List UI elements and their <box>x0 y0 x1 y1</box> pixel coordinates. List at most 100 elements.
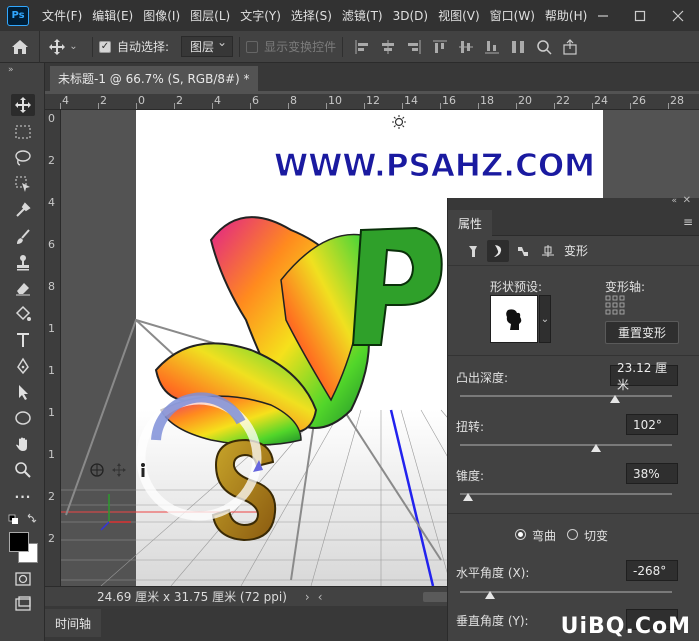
hand-tool[interactable] <box>11 433 35 455</box>
ruler-tick-label: 24 <box>594 94 608 107</box>
horizontal-ruler[interactable]: 4 2 0 2 4 6 8 10 12 14 16 18 20 22 24 26 28 <box>60 94 699 110</box>
path-select-tool[interactable] <box>11 381 35 403</box>
document-tab[interactable]: 未标题-1 @ 66.7% (S, RGB/8#) * <box>50 66 258 91</box>
ruler-tick <box>364 103 365 109</box>
pen-tool[interactable] <box>11 355 35 377</box>
menu-layer[interactable]: 图层(L) <box>185 7 235 24</box>
hand-icon <box>16 437 27 451</box>
quick-mask-button[interactable] <box>11 568 35 590</box>
bend-radio[interactable] <box>515 529 526 540</box>
close-panel-icon[interactable]: ✕ <box>683 195 691 206</box>
collapse-toolbar-icon[interactable]: » <box>8 65 14 75</box>
shape-tool[interactable] <box>11 407 35 429</box>
search-icon[interactable] <box>536 39 552 55</box>
deform-mode-button[interactable] <box>487 239 509 262</box>
lasso-tool[interactable] <box>11 147 35 169</box>
align-bottom-icon[interactable] <box>484 39 500 55</box>
taper-field[interactable]: 38% <box>626 463 678 484</box>
type-tool[interactable] <box>11 329 35 351</box>
auto-select-checkbox[interactable]: ✓ <box>99 40 111 53</box>
horizontal-angle-field[interactable]: -268° <box>626 560 678 581</box>
coordinates-mode-button[interactable] <box>537 240 559 262</box>
align-left-icon[interactable] <box>354 39 370 55</box>
shape-preset-thumbnail[interactable] <box>490 295 538 343</box>
screen-mode-button[interactable] <box>11 593 35 615</box>
timeline-tab[interactable]: 时间轴 <box>45 609 102 637</box>
eraser-icon <box>16 283 30 296</box>
align-hcenter-icon[interactable] <box>380 39 396 55</box>
type-icon <box>17 333 29 347</box>
ruler-tick <box>288 103 289 109</box>
photoshop-logo: Ps <box>7 5 29 26</box>
share-icon[interactable] <box>562 38 578 55</box>
extrude-depth-slider-track[interactable] <box>460 395 672 397</box>
mesh-mode-button[interactable] <box>462 240 484 262</box>
taper-slider-thumb[interactable] <box>463 493 474 501</box>
ruler-tick-label: 4 <box>48 196 55 209</box>
twist-slider-thumb[interactable] <box>590 444 601 452</box>
menu-image[interactable]: 图像(I) <box>138 7 185 24</box>
object-select-tool[interactable] <box>11 173 35 195</box>
canvas-text-psahz: WWW.PSAHZ.COM <box>274 148 595 184</box>
horizontal-angle-label: 水平角度 (X): <box>456 566 530 580</box>
close-button[interactable] <box>662 0 694 31</box>
menu-type[interactable]: 文字(Y) <box>235 7 286 24</box>
distribute-icon[interactable] <box>510 39 526 55</box>
menu-filter[interactable]: 滤镜(T) <box>337 7 388 24</box>
eraser-tool[interactable] <box>11 277 35 299</box>
options-bar: ⌄ ✓ 自动选择: 图层 显示变换控件 <box>0 30 699 63</box>
dolly-camera-icon <box>141 463 145 477</box>
ruler-tick-label: 18 <box>480 94 494 107</box>
panel-menu-icon[interactable]: ≡ <box>683 215 693 229</box>
collapse-panel-icon[interactable]: « <box>671 196 677 206</box>
zoom-tool[interactable] <box>11 459 35 481</box>
more-tools[interactable]: ··· <box>11 486 35 508</box>
maximize-icon <box>634 10 646 21</box>
move-tool[interactable] <box>11 94 35 116</box>
menu-3d[interactable]: 3D(D) <box>388 9 433 23</box>
vertical-ruler[interactable]: 0 2 4 6 8 1 1 1 1 2 2 <box>45 110 61 586</box>
brush-tool[interactable] <box>11 226 35 248</box>
taper-label: 锥度: <box>456 469 485 483</box>
stamp-tool[interactable] <box>11 252 35 274</box>
auto-select-dropdown[interactable]: 图层 <box>181 35 234 57</box>
deform-axis-grid[interactable] <box>605 295 627 315</box>
eyedropper-tool[interactable] <box>11 199 35 221</box>
menu-select[interactable]: 选择(S) <box>286 7 337 24</box>
menu-edit[interactable]: 编辑(E) <box>87 7 138 24</box>
twist-slider-track[interactable] <box>460 444 672 446</box>
ruler-tick <box>136 103 137 109</box>
fill-tool[interactable] <box>11 303 35 325</box>
align-right-icon[interactable] <box>406 39 422 55</box>
home-icon <box>11 39 28 54</box>
home-button[interactable] <box>0 30 40 63</box>
menu-file[interactable]: 文件(F) <box>37 7 87 24</box>
maximize-button[interactable] <box>624 0 656 31</box>
status-menu-arrow-icon[interactable]: › <box>305 590 310 604</box>
reset-deform-button[interactable]: 重置变形 <box>605 321 679 344</box>
shape-preset-dropdown[interactable]: ⌄ <box>539 295 551 343</box>
default-colors[interactable] <box>8 513 38 529</box>
shear-radio[interactable] <box>567 529 578 540</box>
twist-field[interactable]: 102° <box>626 414 678 435</box>
properties-tab[interactable]: 属性 <box>448 210 493 236</box>
ruler-corner[interactable] <box>45 94 61 110</box>
marquee-tool[interactable] <box>11 121 35 143</box>
show-transform-checkbox[interactable] <box>246 40 259 53</box>
taper-slider-track[interactable] <box>460 493 672 495</box>
horizontal-angle-slider-thumb[interactable] <box>484 591 495 599</box>
extrude-depth-field[interactable]: 23.12 厘米 <box>610 361 678 392</box>
align-vcenter-icon[interactable] <box>458 39 474 55</box>
foreground-color-swatch[interactable] <box>9 532 29 552</box>
menu-help[interactable]: 帮助(H) <box>540 7 592 24</box>
document-tab-bar: 未标题-1 @ 66.7% (S, RGB/8#) * <box>45 63 699 91</box>
cap-mode-button[interactable] <box>512 240 534 262</box>
extrude-depth-slider-thumb[interactable] <box>609 395 620 403</box>
move-tool-preset[interactable]: ⌄ <box>40 31 86 63</box>
scroll-left-icon[interactable]: ‹ <box>318 590 323 604</box>
align-top-icon[interactable] <box>432 39 448 55</box>
menu-window[interactable]: 窗口(W) <box>485 7 540 24</box>
ruler-tick-label: 26 <box>632 94 646 107</box>
menu-view[interactable]: 视图(V) <box>433 7 485 24</box>
minimize-button[interactable] <box>587 0 619 31</box>
